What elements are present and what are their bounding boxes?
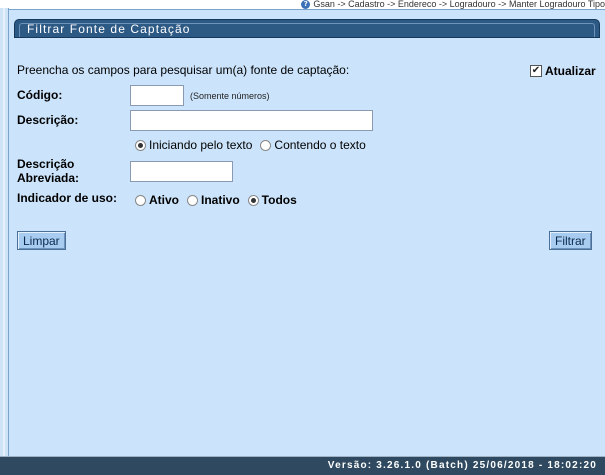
descricao-abreviada-label-line1: Descrição <box>17 157 75 171</box>
form-instructions: Preencha os campos para pesquisar um(a) … <box>17 63 350 77</box>
indicador-ativo-label: Ativo <box>149 193 179 207</box>
indicador-ativo[interactable]: Ativo <box>135 193 179 207</box>
version-info: Versão: 3.26.1.0 (Batch) 25/06/2018 - 18… <box>327 460 597 471</box>
indicador-todos-label: Todos <box>261 193 297 207</box>
codigo-label: Código: <box>17 88 63 102</box>
filtrar-button[interactable]: Filtrar <box>549 231 592 250</box>
search-mode-containing-radio[interactable] <box>260 139 272 151</box>
descricao-abreviada-label: Descrição Abreviada: <box>17 157 79 185</box>
indicador-inativo[interactable]: Inativo <box>187 193 240 207</box>
indicador-todos-radio[interactable] <box>247 194 259 206</box>
indicador-group: Ativo Inativo Todos <box>135 193 305 207</box>
search-mode-containing-label: Contendo o texto <box>274 138 366 152</box>
search-mode-group: Iniciando pelo texto Contendo o texto <box>135 138 374 152</box>
atualizar-label: Atualizar <box>545 64 596 78</box>
descricao-input[interactable] <box>130 110 373 131</box>
panel-header: Filtrar Fonte de Captação <box>14 19 600 38</box>
main-content: Filtrar Fonte de Captação Preencha os ca… <box>9 9 605 457</box>
indicador-ativo-radio[interactable] <box>135 194 146 206</box>
codigo-hint: (Somente números) <box>190 91 270 101</box>
search-mode-starting-label: Iniciando pelo texto <box>149 138 253 152</box>
search-mode-containing[interactable]: Contendo o texto <box>260 138 366 152</box>
indicador-inativo-radio[interactable] <box>187 194 198 206</box>
page-title: Filtrar Fonte de Captação <box>27 22 191 36</box>
limpar-button[interactable]: Limpar <box>17 231 66 250</box>
descricao-abreviada-input[interactable] <box>130 161 233 182</box>
left-menu-rail <box>3 8 5 456</box>
search-mode-starting[interactable]: Iniciando pelo texto <box>135 138 252 152</box>
indicador-todos[interactable]: Todos <box>247 193 297 207</box>
left-menu-strip <box>0 8 9 456</box>
breadcrumb-text: Gsan -> Cadastro -> Endereco -> Logradou… <box>313 0 605 9</box>
search-mode-starting-radio[interactable] <box>135 139 146 151</box>
indicador-label: Indicador de uso: <box>17 191 118 205</box>
descricao-label: Descrição: <box>17 113 79 127</box>
atualizar-option[interactable]: ✔ Atualizar <box>530 64 596 78</box>
breadcrumb: ? Gsan -> Cadastro -> Endereco -> Lograd… <box>301 0 605 9</box>
atualizar-checkbox[interactable]: ✔ <box>530 65 542 77</box>
codigo-input[interactable] <box>130 85 184 106</box>
descricao-abreviada-label-line2: Abreviada: <box>17 171 80 185</box>
help-icon[interactable]: ? <box>301 0 311 9</box>
footer-bar: Versão: 3.26.1.0 (Batch) 25/06/2018 - 18… <box>0 456 605 475</box>
indicador-inativo-label: Inativo <box>201 193 240 207</box>
